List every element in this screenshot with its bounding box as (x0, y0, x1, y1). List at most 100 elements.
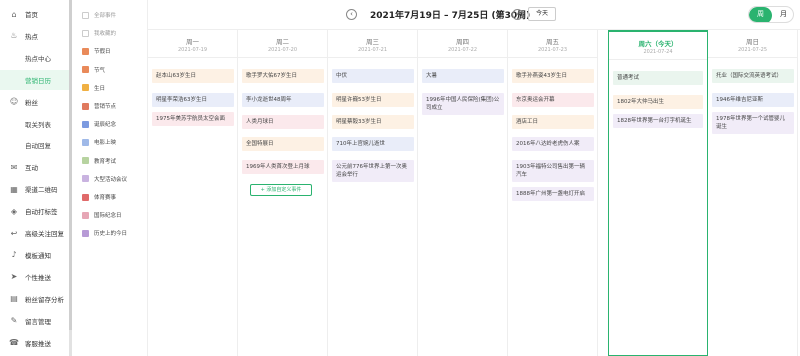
sidebar-scroll-thumb[interactable] (69, 0, 72, 330)
filter-checkbox[interactable] (82, 138, 89, 146)
filter-option[interactable]: 我收藏的 (82, 29, 116, 37)
filter-label: 营销节点 (94, 104, 117, 110)
week-title: 2021年7月19日 – 7月25日 (第30周) (370, 11, 531, 21)
filter-checkbox[interactable] (82, 157, 89, 165)
day-column: 周一 2021-07-19 赵本山63岁生日 明星李荣浩63岁生日 1975年美苏宇航员… (148, 30, 238, 356)
day-header-divider (708, 57, 797, 58)
calendar-event[interactable]: 明星李荣浩63岁生日 (152, 93, 234, 107)
sidebar-item[interactable]: 营销日历 (0, 69, 72, 90)
sidebar-item[interactable]: ◈ 自动打标签 (0, 201, 72, 221)
filter-option[interactable]: 大型活动会议 (82, 175, 127, 183)
filter-checkbox[interactable] (82, 211, 89, 219)
today-button[interactable]: 今天 (528, 7, 556, 21)
calendar-event[interactable]: 1978年世界第一个试管婴儿诞生 (712, 112, 794, 134)
filter-option[interactable]: 全部事件 (82, 11, 116, 19)
sidebar-item[interactable]: ↩ 高级关注回复 (0, 223, 72, 243)
filter-option[interactable]: 国际纪念日 (82, 211, 122, 219)
add-custom-event-button[interactable]: + 添加自定义事件 (250, 184, 312, 196)
day-name: 周五 (546, 38, 559, 46)
filter-option[interactable]: 节气 (82, 66, 105, 74)
calendar-event[interactable]: 1996年中国人民保险(集团)公司成立 (422, 93, 504, 115)
sidebar-item[interactable]: 自动回复 (0, 135, 72, 155)
filter-checkbox[interactable] (82, 120, 89, 128)
sidebar-item-label: 营销日历 (25, 76, 51, 85)
sidebar-item-label: 取关列表 (25, 120, 51, 129)
filter-option[interactable]: 营销节点 (82, 102, 116, 110)
sidebar-item-label: 热点中心 (25, 54, 51, 63)
sidebar-item[interactable]: ⌂ 首页 (0, 4, 72, 24)
calendar-event[interactable]: 710年上官婉儿逝世 (332, 137, 414, 151)
filter-option[interactable]: 体育赛事 (82, 193, 116, 201)
filter-label: 体育赛事 (94, 195, 117, 201)
sidebar-scrollbar[interactable] (69, 0, 72, 356)
day-column: 周六（今天） 2021-07-24 普通考试 1802年大仲马出生 1828年世界第一台… (608, 30, 708, 356)
calendar-event[interactable]: 明星蔡毅33岁生日 (332, 115, 414, 129)
filter-checkbox[interactable] (82, 193, 89, 201)
calendar-event[interactable]: 人类月球日 (242, 115, 324, 129)
sidebar-item[interactable]: 热点中心 (0, 48, 72, 68)
filter-checkbox[interactable] (82, 175, 89, 183)
sidebar-item[interactable]: 取关列表 (0, 114, 72, 134)
calendar-event[interactable]: 中伏 (332, 69, 414, 83)
filter-label: 节假日 (94, 49, 111, 56)
next-week-button[interactable]: › (512, 9, 523, 20)
calendar-event[interactable]: 东京奥运会开幕 (512, 93, 594, 107)
calendar-event[interactable]: 大暑 (422, 69, 504, 83)
calendar-event[interactable]: 1975年美苏宇航员太空会面 (152, 112, 234, 126)
calendar-event[interactable]: 明星许巍53岁生日 (332, 93, 414, 107)
sidebar-item[interactable]: ♪ 模板通知 (0, 245, 72, 265)
calendar-event[interactable]: 2016年八达岭老虎伤人案 (512, 137, 594, 151)
calendar-event[interactable]: 1888年广州第一盏电灯开启 (512, 187, 594, 201)
month-view-button[interactable]: 月 (772, 7, 793, 22)
filter-checkbox[interactable] (82, 47, 89, 55)
sidebar-item-label: 自动回复 (25, 142, 51, 151)
filter-option[interactable]: 节假日 (82, 47, 111, 55)
sidebar-item-label: 模板通知 (25, 251, 51, 260)
sidebar-item[interactable]: ✉ 互动 (0, 157, 72, 177)
calendar-event[interactable]: 歌手孙燕姿43岁生日 (512, 69, 594, 83)
filter-checkbox[interactable] (82, 102, 89, 110)
calendar-event[interactable]: 1969年人类首次登上月球 (242, 160, 324, 174)
sidebar-item[interactable]: ☎ 客服推送 (0, 333, 72, 353)
calendar-event[interactable]: 公元前776年世界上第一次奥运会举行 (332, 160, 414, 182)
filter-checkbox[interactable] (82, 11, 89, 19)
sidebar-item[interactable]: ☺ 粉丝 (0, 92, 72, 112)
filter-checkbox[interactable] (82, 229, 89, 237)
filter-option[interactable]: 历史上的今日 (82, 229, 127, 237)
sidebar-item[interactable]: ✎ 留言管理 (0, 311, 72, 331)
filter-option[interactable]: 教育考试 (82, 157, 116, 165)
day-column: 周日 2021-07-25 托业（国际交流英语考试） 1946年维吉尼亚斯 1978年世… (708, 30, 798, 356)
calendar-event[interactable]: 1903年福特公司售出第一辆汽车 (512, 160, 594, 182)
chat-icon: ✉ (10, 162, 18, 172)
calendar-event[interactable]: 酒店工日 (512, 115, 594, 129)
calendar-event[interactable]: 歌手罗大佑67岁生日 (242, 69, 324, 83)
filter-option[interactable]: 电影上映 (82, 138, 116, 146)
filter-checkbox[interactable] (82, 66, 89, 74)
reply-icon: ↩ (10, 228, 18, 238)
calendar-event[interactable]: 李小龙逝世48周年 (242, 93, 324, 107)
calendar-event[interactable]: 1802年大仲马出生 (613, 95, 703, 109)
home-icon: ⌂ (11, 9, 17, 19)
sidebar-item[interactable]: ▦ 渠道二维码 (0, 179, 72, 199)
calendar-event[interactable]: 全国特展日 (242, 137, 324, 151)
calendar-event[interactable]: 1946年维吉尼亚斯 (712, 93, 794, 107)
filter-option[interactable]: 生日 (82, 84, 105, 92)
calendar-event[interactable]: 1828年世界第一台打字机诞生 (613, 114, 703, 128)
prev-week-button[interactable]: ‹ (346, 9, 357, 20)
calendar-event[interactable]: 赵本山63岁生日 (152, 69, 234, 83)
sidebar-item[interactable]: ♨ 热点 (0, 26, 72, 46)
filter-option[interactable]: 诞辰纪念 (82, 120, 116, 128)
day-name: 周六（今天） (638, 40, 678, 48)
week-view-button[interactable]: 周 (749, 7, 772, 22)
calendar-event[interactable]: 托业（国际交流英语考试） (712, 69, 794, 83)
send-icon: ➤ (10, 272, 18, 282)
day-date: 2021-07-21 (357, 47, 388, 53)
filter-checkbox[interactable] (82, 84, 89, 92)
sidebar-item[interactable]: ▤ 粉丝留存分析 (0, 289, 72, 309)
filter-label: 历史上的今日 (94, 231, 128, 238)
filter-checkbox[interactable] (82, 29, 89, 37)
sidebar-item[interactable]: ➤ 个性推送 (0, 267, 72, 287)
chart-icon: ▤ (10, 294, 18, 304)
day-header-divider (418, 57, 507, 58)
calendar-event[interactable]: 普通考试 (613, 71, 703, 85)
